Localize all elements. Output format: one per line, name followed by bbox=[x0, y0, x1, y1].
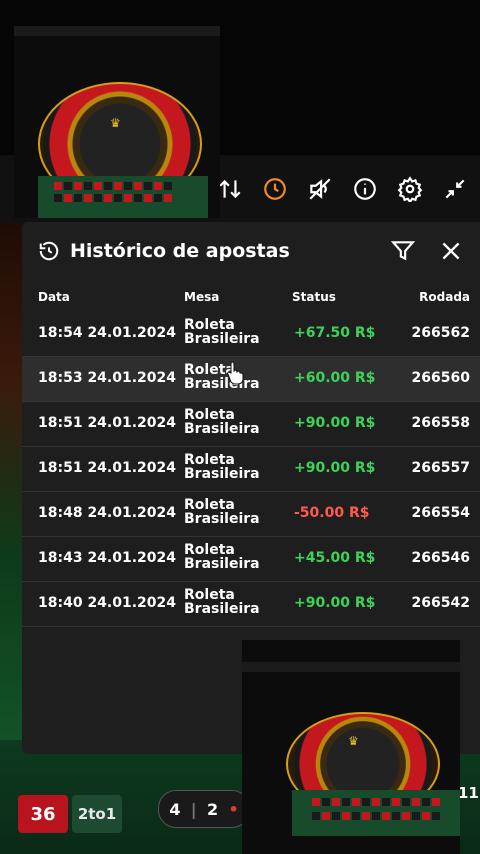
panel-title: Histórico de apostas bbox=[70, 240, 290, 262]
edge-number: 11 bbox=[458, 784, 479, 802]
row-status: +45.00 R$ bbox=[294, 550, 376, 566]
filter-icon[interactable] bbox=[390, 238, 416, 264]
crown-icon: ♛ bbox=[348, 734, 359, 748]
mute-icon[interactable] bbox=[307, 176, 333, 202]
row-table-name-line2: Brasileira bbox=[184, 601, 260, 617]
number-strip-image bbox=[312, 798, 440, 806]
table-row[interactable]: 18:48 24.01.2024 Roleta Brasileira -50.00 R… bbox=[22, 492, 480, 537]
row-date: 18:48 24.01.2024 bbox=[38, 505, 177, 521]
settings-icon[interactable] bbox=[397, 176, 423, 202]
table-row[interactable]: 18:40 24.01.2024 Roleta Brasileira +90.00 R… bbox=[22, 582, 480, 627]
table-row[interactable]: 18:43 24.01.2024 Roleta Brasileira +45.00 R… bbox=[22, 537, 480, 582]
row-round: 266557 bbox=[411, 460, 470, 476]
row-table-name: Roleta Brasileira bbox=[184, 543, 260, 571]
table-row[interactable]: 18:54 24.01.2024 Roleta Brasileira +67.50 R… bbox=[22, 312, 480, 357]
table-row[interactable]: 18:53 24.01.2024 Roleta Brasileira +60.00 R… bbox=[22, 357, 480, 402]
row-table-name: Roleta Brasileira bbox=[184, 318, 260, 346]
row-table-name: Roleta Brasileira bbox=[184, 498, 260, 526]
history-icon[interactable] bbox=[262, 176, 288, 202]
column-bet-cell[interactable]: 2to1 bbox=[72, 795, 122, 833]
history-icon bbox=[38, 240, 60, 262]
row-round: 266546 bbox=[411, 550, 470, 566]
row-table-name-line2: Brasileira bbox=[184, 466, 260, 482]
crown-icon: ♛ bbox=[110, 116, 121, 130]
roulette-thumbnail-top: ♛ bbox=[14, 26, 220, 218]
row-table-name-line2: Brasileira bbox=[184, 511, 260, 527]
row-status: +90.00 R$ bbox=[294, 460, 376, 476]
table-row[interactable]: 18:51 24.01.2024 Roleta Brasileira +90.00 R… bbox=[22, 447, 480, 492]
column-header-round: Rodada bbox=[419, 290, 470, 304]
row-round: 266542 bbox=[411, 595, 470, 611]
close-icon[interactable] bbox=[438, 238, 464, 264]
table-row[interactable]: 18:51 24.01.2024 Roleta Brasileira +90.00 R… bbox=[22, 402, 480, 447]
row-date: 18:53 24.01.2024 bbox=[38, 370, 177, 386]
row-date: 18:43 24.01.2024 bbox=[38, 550, 177, 566]
row-status: -50.00 R$ bbox=[294, 505, 370, 521]
collapse-icon[interactable] bbox=[442, 176, 468, 202]
row-date: 18:51 24.01.2024 bbox=[38, 415, 177, 431]
roulette-thumbnail-bottom: ♛ bbox=[242, 640, 460, 854]
chip-divider: | bbox=[190, 799, 197, 819]
row-status: +90.00 R$ bbox=[294, 595, 376, 611]
row-round: 266560 bbox=[411, 370, 470, 386]
thumbnail-header bbox=[242, 662, 460, 672]
number-cell-36[interactable]: 36 bbox=[18, 795, 68, 833]
row-status: +67.50 R$ bbox=[294, 325, 376, 341]
row-table-name-line2: Brasileira bbox=[184, 556, 260, 572]
chip-value[interactable]: 2 bbox=[207, 800, 218, 819]
row-round: 266554 bbox=[411, 505, 470, 521]
row-table-name-line2: Brasileira bbox=[184, 421, 260, 437]
row-table-name-line2: Brasileira bbox=[184, 376, 260, 392]
row-table-name: Roleta Brasileira bbox=[184, 408, 260, 436]
thumbnail-header bbox=[14, 26, 220, 36]
chip-value[interactable]: 4 bbox=[169, 800, 180, 819]
number-strip-image bbox=[54, 194, 172, 202]
number-strip-image bbox=[54, 182, 172, 190]
column-header-date: Data bbox=[38, 290, 70, 304]
row-table-name: Roleta Brasileira bbox=[184, 588, 260, 616]
panel-header: Histórico de apostas bbox=[38, 236, 464, 266]
row-date: 18:51 24.01.2024 bbox=[38, 460, 177, 476]
row-status: +90.00 R$ bbox=[294, 415, 376, 431]
row-status: +60.00 R$ bbox=[294, 370, 376, 386]
number-strip-image bbox=[312, 812, 440, 820]
column-header-status: Status bbox=[292, 290, 336, 304]
chip-selector[interactable]: 4 | 2 • bbox=[158, 790, 250, 828]
row-table-name: Roleta Brasileira bbox=[184, 453, 260, 481]
row-date: 18:40 24.01.2024 bbox=[38, 595, 177, 611]
row-table-name-line2: Brasileira bbox=[184, 331, 260, 347]
row-date: 18:54 24.01.2024 bbox=[38, 325, 177, 341]
chip-partial: • bbox=[228, 799, 239, 819]
row-table-name: Roleta Brasileira bbox=[184, 363, 260, 391]
hand-cursor-icon bbox=[227, 361, 244, 384]
column-header-table: Mesa bbox=[184, 290, 220, 304]
table-header: Data Mesa Status Rodada bbox=[22, 290, 480, 310]
info-icon[interactable] bbox=[352, 176, 378, 202]
history-rows: 18:54 24.01.2024 Roleta Brasileira +67.50 R… bbox=[22, 312, 480, 627]
sort-icon[interactable] bbox=[217, 176, 243, 202]
row-round: 266558 bbox=[411, 415, 470, 431]
row-round: 266562 bbox=[411, 325, 470, 341]
